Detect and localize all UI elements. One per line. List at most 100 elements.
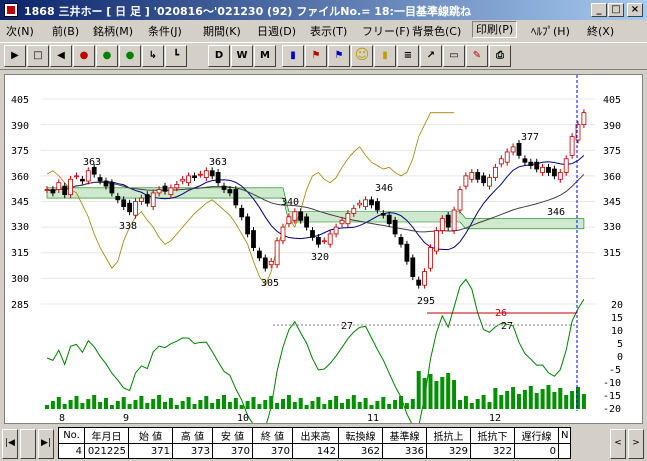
candle-body [144, 194, 150, 204]
menu-print[interactable]: 印刷(P) [472, 21, 518, 38]
volume-bar [363, 398, 368, 409]
candle-body [138, 197, 144, 202]
play-button[interactable]: ▶ [4, 45, 26, 67]
menu-next[interactable]: 次(N) [6, 23, 34, 39]
flag-blue-button[interactable]: ⚑ [328, 45, 350, 67]
candle-body [268, 260, 274, 266]
title-bar: 1868 三井ホー [ 日 足 ] '020816～'021230 (92) フ… [0, 0, 647, 20]
menu-exit[interactable]: 終(X) [587, 23, 614, 39]
maximize-button[interactable]: □ [608, 3, 624, 17]
print-button[interactable]: ⎙ [489, 45, 511, 67]
volume-bar [505, 391, 510, 409]
candle-body [280, 226, 286, 242]
menu-help[interactable]: ﾍﾙﾌﾟ(H) [531, 23, 570, 39]
volume-bar [304, 405, 309, 409]
candle-body [528, 161, 534, 167]
price-chart[interactable]: 405 390 375 360 345 330 315 300 285 405 … [5, 75, 642, 429]
monthly-label: M [260, 50, 270, 61]
menu-prev[interactable]: 前(B) [52, 23, 79, 39]
signal-3-button[interactable]: ● [119, 45, 141, 67]
volume-bar [174, 405, 179, 409]
menu-dayweek[interactable]: 日週(D) [257, 23, 296, 39]
col-header: 基準線 [382, 427, 427, 444]
volume-bar [534, 393, 539, 409]
volume-bar [328, 400, 333, 409]
scroll-left-button[interactable]: < [610, 429, 626, 459]
scroll-track[interactable] [20, 429, 36, 459]
scroll-right-button[interactable]: > [628, 429, 644, 459]
arrow-button[interactable]: ↗ [420, 45, 442, 67]
candle-body [256, 250, 262, 259]
osc-tick: 20 [611, 300, 623, 311]
menu-bgcolor[interactable]: 背景色(C) [412, 23, 461, 39]
volume-bar [440, 377, 445, 409]
menu-stock[interactable]: 銘柄(M) [93, 23, 133, 39]
close-button[interactable]: × [627, 3, 643, 17]
blank-button[interactable]: □ [27, 45, 49, 67]
app-icon[interactable] [4, 3, 18, 17]
traffic-light-icon: ● [125, 50, 135, 61]
candle-body [85, 170, 91, 182]
candle-body [487, 177, 492, 187]
price-annotation: 363 [83, 157, 101, 168]
daily-button[interactable]: D [208, 45, 230, 67]
volume-bar [157, 395, 162, 409]
menu-cond[interactable]: 条件(J) [148, 23, 182, 39]
back-button[interactable]: ◀ [50, 45, 72, 67]
candle-body [410, 257, 416, 278]
month-label: 9 [123, 413, 129, 423]
traffic-light-icon: ● [79, 50, 89, 61]
menu-free[interactable]: フリー(F) [362, 23, 410, 39]
candle-body [445, 214, 451, 228]
signal-1-button[interactable]: ● [73, 45, 95, 67]
candle-body [404, 243, 410, 262]
window-title: 1868 三井ホー [ 日 足 ] '020816～'021230 (92) フ… [24, 5, 471, 18]
candle-body [215, 172, 221, 184]
candle-body [227, 189, 233, 194]
erase-button[interactable]: ✎ [466, 45, 488, 67]
volume-bar [239, 405, 244, 409]
first-record-button[interactable]: |◀ [2, 429, 18, 459]
chart-panel[interactable]: 405 390 375 360 345 330 315 300 285 405 … [4, 74, 643, 429]
volume-bar [558, 388, 563, 409]
volume-bar [127, 404, 132, 409]
hist-button[interactable]: ▮ [374, 45, 396, 67]
chevron-right-icon: > [632, 438, 640, 448]
menu-display[interactable]: 表示(T) [310, 23, 347, 39]
candle-body [380, 213, 386, 216]
lines-icon: ≡ [403, 50, 413, 61]
volume-bar [375, 401, 380, 409]
price-tick: 390 [603, 121, 621, 132]
price-tick: 360 [603, 172, 621, 183]
histogram-icon: ▮ [382, 50, 388, 61]
candle-body [534, 161, 540, 170]
flag-red-button[interactable]: ⚑ [305, 45, 327, 67]
smile-button[interactable]: ☺ [351, 45, 373, 67]
candle-body [552, 168, 557, 177]
candle-body [91, 166, 97, 175]
weekly-button[interactable]: W [231, 45, 253, 67]
volume-bar [275, 403, 280, 409]
line-button[interactable]: ┗ [165, 45, 187, 67]
minimize-button[interactable]: _ [591, 3, 607, 17]
lines-button[interactable]: ≡ [397, 45, 419, 67]
col-header: 出来高 [292, 427, 339, 444]
table-header-row: No. 年月日 始 値 高 値 安 値 終 値 出来高 転換線 基準線 抵抗上 … [58, 427, 572, 444]
monthly-button[interactable]: M [254, 45, 276, 67]
step-button[interactable]: ↳ [142, 45, 164, 67]
signal-2-button[interactable]: ● [96, 45, 118, 67]
volume-bar [74, 396, 79, 409]
candle-body [310, 230, 315, 238]
candle-body [563, 158, 569, 173]
candle-body [516, 143, 522, 156]
volume-bar [192, 404, 197, 409]
month-label: 12 [489, 413, 501, 423]
bars-button[interactable]: ▮ [282, 45, 304, 67]
menu-period[interactable]: 期間(K) [203, 23, 241, 39]
candle-body [469, 172, 475, 180]
ruler-button[interactable]: ▭ [443, 45, 465, 67]
volume-bar [528, 386, 533, 409]
osc-tick: -10 [603, 378, 621, 389]
last-record-button[interactable]: ▶| [38, 429, 54, 459]
blank-icon: □ [33, 50, 43, 61]
